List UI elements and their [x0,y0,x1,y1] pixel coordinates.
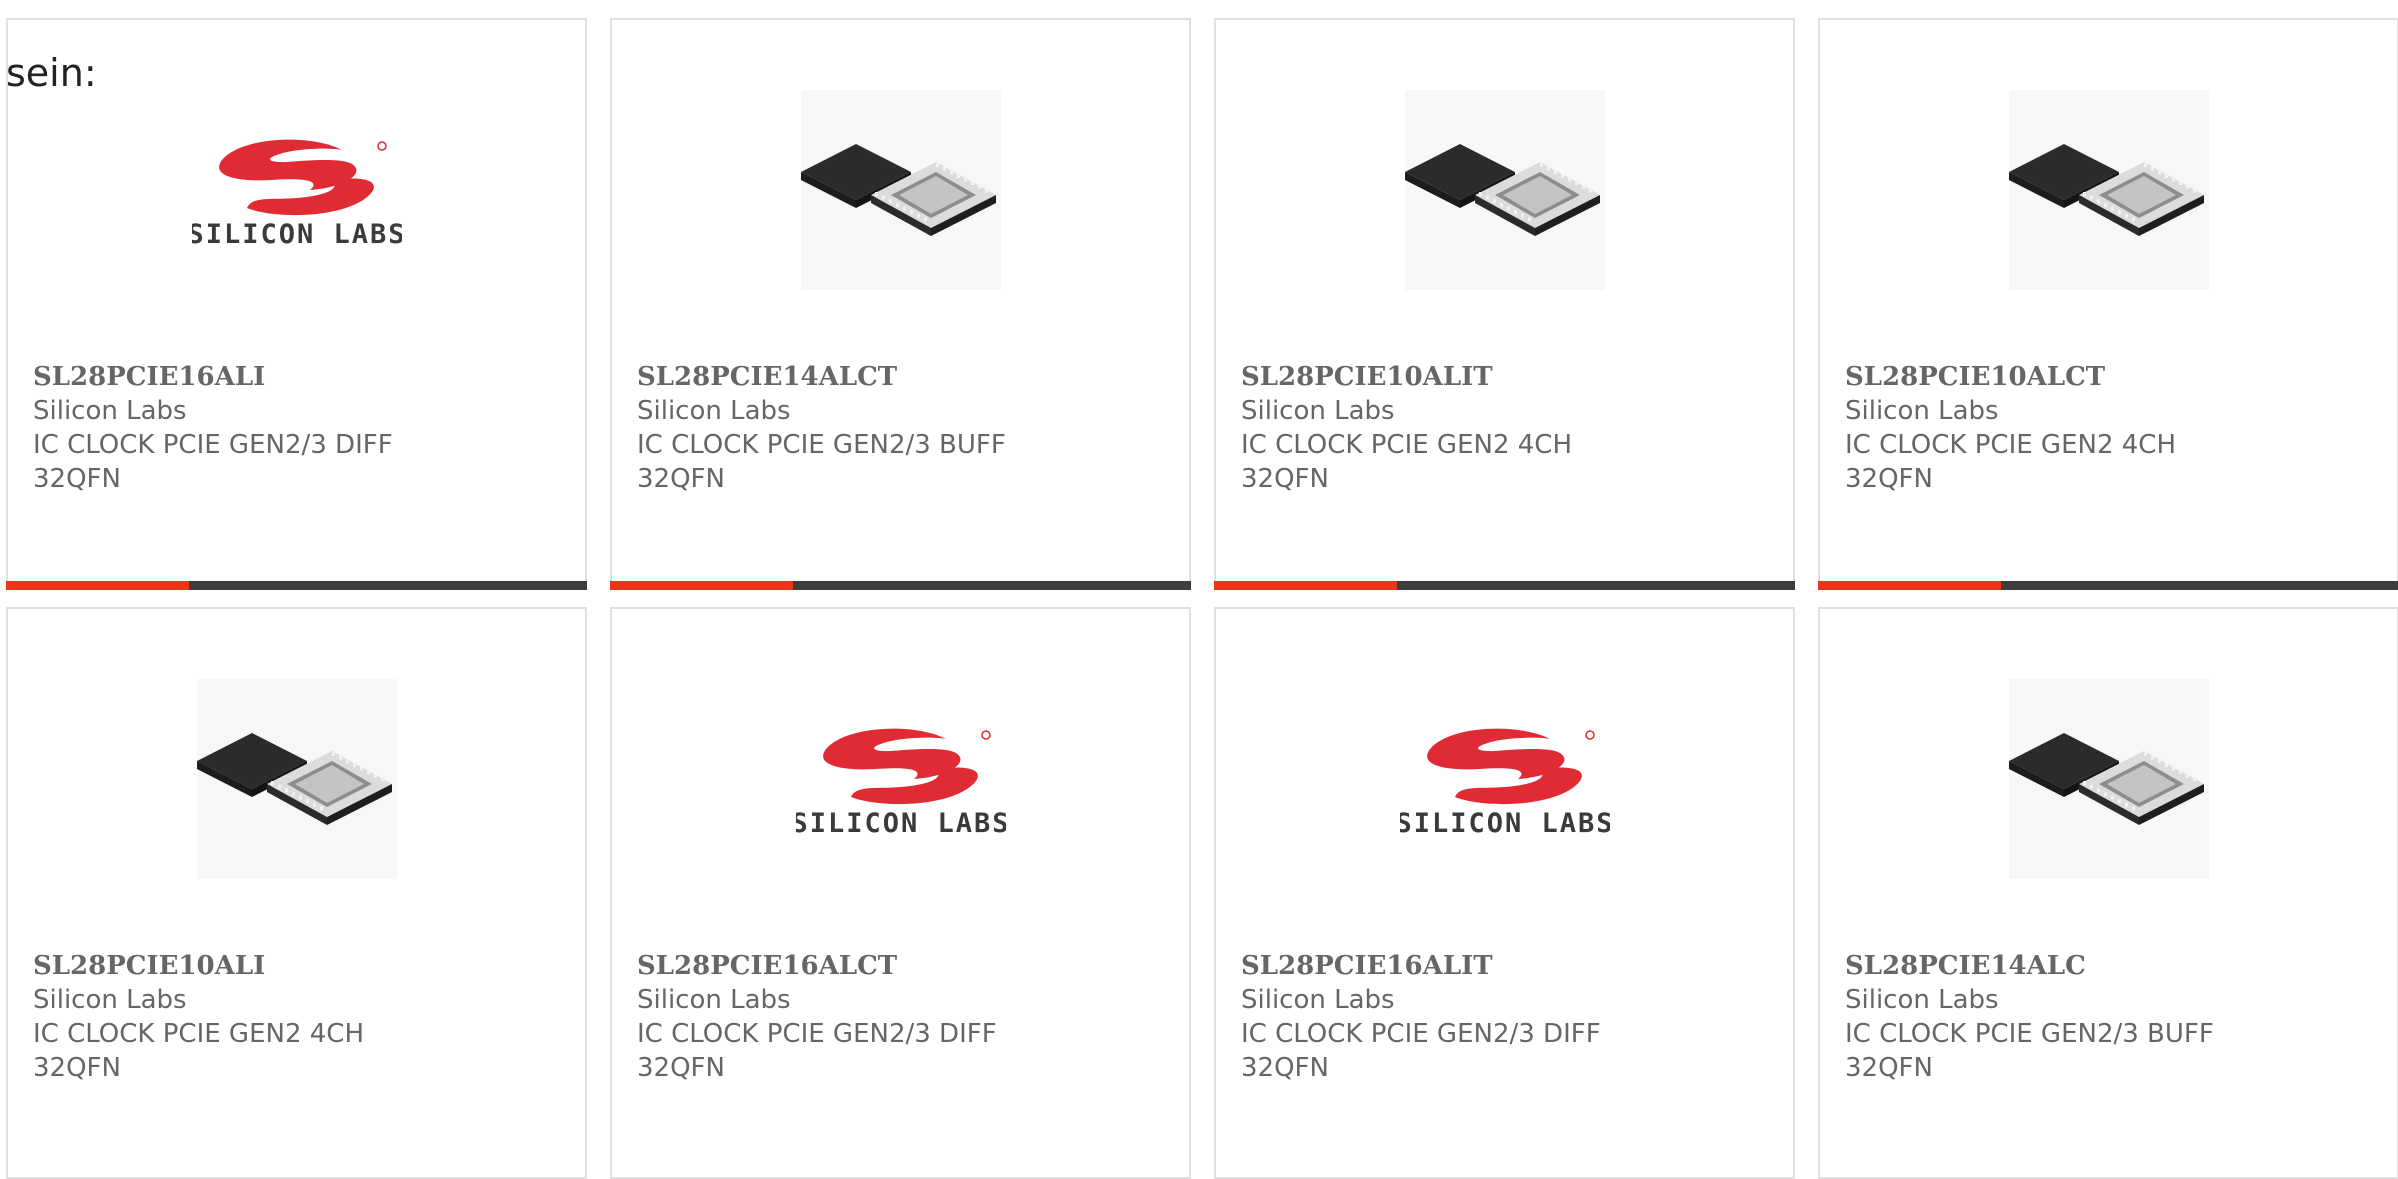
product-description: IC CLOCK PCIE GEN2/3 DIFF 32QFN [637,1019,997,1083]
product-image[interactable] [1400,90,1610,290]
product-description: IC CLOCK PCIE GEN2 4CH 32QFN [33,1019,365,1083]
product-card[interactable]: SL28PCIE10ALI Silicon Labs IC CLOCK PCIE G… [6,607,587,1179]
card-progress-bar [6,581,587,590]
logo-text: SILICON LABS [796,808,1006,839]
part-number-link[interactable]: SL28PCIE16ALCT [637,949,1164,983]
product-image[interactable] [192,679,402,879]
product-info: SL28PCIE16ALCT Silicon Labs IC CLOCK PCIE … [637,949,1164,1085]
manufacturer-name: Silicon Labs [1241,985,1395,1015]
product-info: SL28PCIE14ALCT Silicon Labs IC CLOCK PCIE … [637,360,1164,496]
manufacturer-name: Silicon Labs [637,985,791,1015]
product-description: IC CLOCK PCIE GEN2/3 BUFF 32QFN [1845,1019,2214,1083]
intro-text: sein: [6,51,97,95]
product-description: IC CLOCK PCIE GEN2/3 BUFF 32QFN [637,430,1006,494]
manufacturer-logo[interactable]: SILICON LABS [192,90,402,290]
manufacturer-name: Silicon Labs [1241,396,1395,426]
part-number-link[interactable]: SL28PCIE14ALC [1845,949,2372,983]
product-description: IC CLOCK PCIE GEN2/3 DIFF 32QFN [33,430,393,494]
card-progress-accent [6,581,189,590]
part-number-link[interactable]: SL28PCIE10ALI [33,949,560,983]
manufacturer-name: Silicon Labs [1845,396,1999,426]
card-progress-bar [1818,581,2398,590]
manufacturer-name: Silicon Labs [33,985,187,1015]
part-number-link[interactable]: SL28PCIE16ALI [33,360,560,394]
product-info: SL28PCIE10ALCT Silicon Labs IC CLOCK PCIE … [1845,360,2372,496]
product-card[interactable]: SL28PCIE14ALC Silicon Labs IC CLOCK PCIE G… [1818,607,2398,1179]
card-progress-accent [1214,581,1397,590]
part-number-link[interactable]: SL28PCIE10ALIT [1241,360,1768,394]
part-number-link[interactable]: SL28PCIE14ALCT [637,360,1164,394]
product-info: SL28PCIE10ALIT Silicon Labs IC CLOCK PCIE … [1241,360,1768,496]
product-card[interactable]: SL28PCIE10ALIT Silicon Labs IC CLOCK PCIE … [1214,18,1795,590]
manufacturer-name: Silicon Labs [637,396,791,426]
product-card[interactable]: SILICON LABS SL28PCIE16ALCT Silicon Labs IC… [610,607,1191,1179]
part-number-link[interactable]: SL28PCIE10ALCT [1845,360,2372,394]
product-card[interactable]: SL28PCIE14ALCT Silicon Labs IC CLOCK PCIE … [610,18,1191,590]
product-description: IC CLOCK PCIE GEN2 4CH 32QFN [1241,430,1573,494]
product-description: IC CLOCK PCIE GEN2 4CH 32QFN [1845,430,2177,494]
product-description: IC CLOCK PCIE GEN2/3 DIFF 32QFN [1241,1019,1601,1083]
card-progress-bar [610,581,1191,590]
product-info: SL28PCIE16ALI Silicon Labs IC CLOCK PCIE G… [33,360,560,496]
product-card[interactable]: SILICON LABS SL28PCIE16ALI Silicon Labs IC … [6,18,587,590]
logo-text: SILICON LABS [192,219,402,250]
product-card[interactable]: SILICON LABS SL28PCIE16ALIT Silicon Labs IC… [1214,607,1795,1179]
product-card[interactable]: SL28PCIE10ALCT Silicon Labs IC CLOCK PCIE … [1818,18,2398,590]
product-image[interactable] [2004,679,2214,879]
manufacturer-logo[interactable]: SILICON LABS [796,679,1006,879]
manufacturer-name: Silicon Labs [1845,985,1999,1015]
product-info: SL28PCIE16ALIT Silicon Labs IC CLOCK PCIE … [1241,949,1768,1085]
logo-swoosh-bottom [850,767,978,805]
manufacturer-name: Silicon Labs [33,396,187,426]
card-progress-accent [610,581,793,590]
part-number-link[interactable]: SL28PCIE16ALIT [1241,949,1768,983]
manufacturer-logo[interactable]: SILICON LABS [1400,679,1610,879]
card-progress-accent [1818,581,2001,590]
product-grid: SILICON LABS SL28PCIE16ALI Silicon Labs IC … [6,18,2398,1179]
card-progress-bar [1214,581,1795,590]
logo-swoosh-bottom [246,178,374,216]
product-image[interactable] [796,90,1006,290]
product-info: SL28PCIE14ALC Silicon Labs IC CLOCK PCIE G… [1845,949,2372,1085]
product-info: SL28PCIE10ALI Silicon Labs IC CLOCK PCIE G… [33,949,560,1085]
product-image[interactable] [2004,90,2214,290]
logo-swoosh-bottom [1454,767,1582,805]
logo-text: SILICON LABS [1400,808,1610,839]
